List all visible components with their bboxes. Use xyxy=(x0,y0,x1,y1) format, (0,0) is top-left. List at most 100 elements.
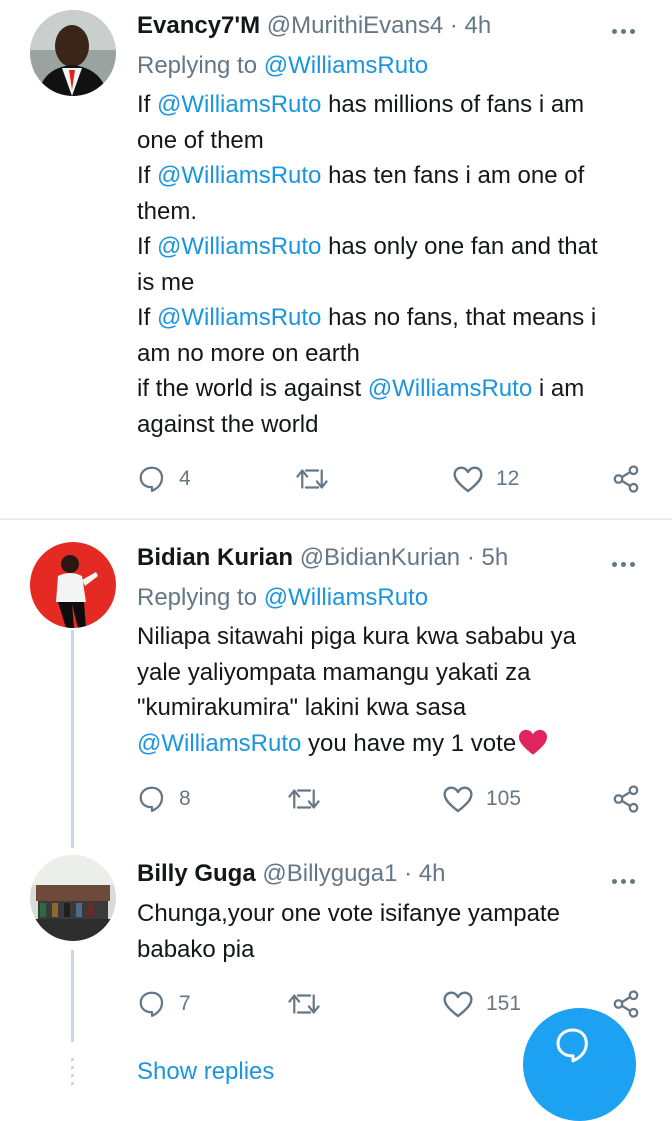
replying-to: Replying to @WilliamsRuto xyxy=(137,52,428,80)
tweet-text-line: yale yaliyompata mamangu yakati za xyxy=(137,655,652,691)
share-button[interactable] xyxy=(611,987,641,1021)
share-button[interactable] xyxy=(611,462,641,496)
replying-mention[interactable]: @WilliamsRuto xyxy=(264,52,428,79)
more-icon[interactable] xyxy=(612,871,640,884)
more-icon[interactable] xyxy=(612,21,640,34)
replying-mention[interactable]: @WilliamsRuto xyxy=(264,584,428,611)
compose-button[interactable] xyxy=(523,1008,636,1121)
tweet-text-line: "kumirakumira" lakini kwa sasa xyxy=(137,690,652,726)
text-segment: has no fans, that means i xyxy=(321,304,597,331)
reply-icon xyxy=(139,991,164,1017)
text-segment: if the world is against xyxy=(137,375,368,402)
text-segment: If xyxy=(137,304,158,331)
text-segment: one of them xyxy=(137,126,264,154)
reply-button[interactable]: 4 xyxy=(137,462,191,496)
compose-icon xyxy=(556,1028,588,1062)
text-segment: has only one fan and that xyxy=(321,233,598,260)
reply-button[interactable]: 8 xyxy=(137,782,191,816)
tweet-text: If @WilliamsRuto has millions of fans i … xyxy=(137,87,652,442)
text-segment: am no more on earth xyxy=(137,339,360,367)
like-icon xyxy=(443,991,473,1018)
share-icon xyxy=(613,785,639,813)
reply-button[interactable]: 7 xyxy=(137,987,191,1021)
timestamp[interactable]: · 4h xyxy=(404,860,445,887)
retweet-button[interactable] xyxy=(287,782,321,816)
text-segment: If xyxy=(137,162,158,189)
like-button[interactable]: 151 xyxy=(442,987,521,1021)
text-segment: Niliapa sitawahi piga kura kwa sababu ya xyxy=(137,623,576,650)
reply-count: 4 xyxy=(179,467,191,490)
replying-to: Replying to @WilliamsRuto xyxy=(137,584,428,612)
avatar[interactable] xyxy=(30,10,116,96)
like-icon xyxy=(453,466,483,493)
tweet-actions: 8 105 xyxy=(137,782,647,816)
display-name[interactable]: Bidian Kurian xyxy=(137,544,293,571)
retweet-icon xyxy=(288,994,320,1014)
text-segment: is me xyxy=(137,268,195,296)
mention-link[interactable]: @WilliamsRuto xyxy=(157,233,321,260)
tweet-text-line: If @WilliamsRuto has only one fan and th… xyxy=(137,229,652,265)
avatar[interactable] xyxy=(30,855,116,941)
thread-dots xyxy=(71,1058,74,1090)
like-count: 12 xyxy=(496,467,520,490)
text-segment: Chunga,your one vote isifanye yampate xyxy=(137,900,560,927)
tweet-text-line: if the world is against @WilliamsRuto i … xyxy=(137,371,652,407)
red-heart-emoji-icon xyxy=(519,729,548,755)
timestamp[interactable]: · 4h xyxy=(450,12,491,39)
timestamp[interactable]: · 5h xyxy=(467,544,508,571)
mention-link[interactable]: @WilliamsRuto xyxy=(157,91,321,118)
retweet-button[interactable] xyxy=(287,987,321,1021)
mention-link[interactable]: @WilliamsRuto xyxy=(137,730,301,757)
text-segment: yale yaliyompata mamangu yakati za xyxy=(137,658,531,686)
retweet-icon xyxy=(296,469,328,489)
mention-link[interactable]: @WilliamsRuto xyxy=(157,304,321,331)
reply-count: 7 xyxy=(179,992,191,1015)
avatar[interactable] xyxy=(30,542,116,628)
like-button[interactable]: 105 xyxy=(442,782,521,816)
mention-link[interactable]: @WilliamsRuto xyxy=(368,375,532,402)
tweet-header: Bidian Kurian @BidianKurian · 5h xyxy=(137,544,508,572)
like-button[interactable]: 12 xyxy=(452,462,519,496)
tweet-text: Chunga,your one vote isifanye yampate bab… xyxy=(137,896,652,967)
more-icon[interactable] xyxy=(612,554,640,567)
tweet-text-line: babako pia xyxy=(137,932,652,968)
text-segment: against the world xyxy=(137,410,319,438)
tweet-text-line: against the world xyxy=(137,407,652,443)
replying-prefix: Replying to xyxy=(137,52,264,79)
tweet-text-line: If @WilliamsRuto has ten fans i am one o… xyxy=(137,158,652,194)
show-replies-link[interactable]: Show replies xyxy=(137,1058,274,1086)
tweet-header: Evancy7'M @MurithiEvans4 · 4h xyxy=(137,12,491,40)
tweet-text-line: If @WilliamsRuto has millions of fans i … xyxy=(137,87,652,123)
text-segment: has ten fans i am one of xyxy=(321,162,585,189)
share-icon xyxy=(613,465,639,493)
tweet-text-line: If @WilliamsRuto has no fans, that means… xyxy=(137,300,652,336)
user-handle[interactable]: @BidianKurian xyxy=(300,544,460,571)
share-button[interactable] xyxy=(611,782,641,816)
reply-icon xyxy=(139,786,164,812)
reply-icon xyxy=(139,466,164,492)
mention-link[interactable]: @WilliamsRuto xyxy=(157,162,321,189)
tweet-text-line: @WilliamsRuto you have my 1 vote xyxy=(137,726,652,762)
text-segment: them. xyxy=(137,197,198,225)
text-segment: i am xyxy=(532,375,585,402)
tweet-text-line: Chunga,your one vote isifanye yampate xyxy=(137,896,652,932)
text-segment: babako pia xyxy=(137,935,255,963)
text-segment: If xyxy=(137,91,158,118)
tweet-2[interactable]: Bidian Kurian @BidianKurian · 5h Replyin… xyxy=(0,520,672,840)
display-name[interactable]: Evancy7'M xyxy=(137,12,260,39)
retweet-button[interactable] xyxy=(295,462,329,496)
user-handle[interactable]: @Billyguga1 xyxy=(262,860,397,887)
tweet-header: Billy Guga @Billyguga1 · 4h xyxy=(137,860,446,888)
tweet-text-line: am no more on earth xyxy=(137,336,652,372)
display-name[interactable]: Billy Guga xyxy=(137,860,256,887)
tweet-text-line: one of them xyxy=(137,123,652,159)
text-segment: "kumirakumira" lakini kwa sasa xyxy=(137,694,467,721)
reply-count: 8 xyxy=(179,787,191,810)
like-icon xyxy=(443,786,473,813)
tweet-1[interactable]: Evancy7'M @MurithiEvans4 · 4h Replying t… xyxy=(0,0,672,520)
tweet-text-line: is me xyxy=(137,265,652,301)
user-handle[interactable]: @MurithiEvans4 xyxy=(267,12,443,39)
share-icon xyxy=(613,990,639,1018)
retweet-icon xyxy=(288,789,320,809)
text-segment: you have my 1 vote xyxy=(301,729,517,757)
